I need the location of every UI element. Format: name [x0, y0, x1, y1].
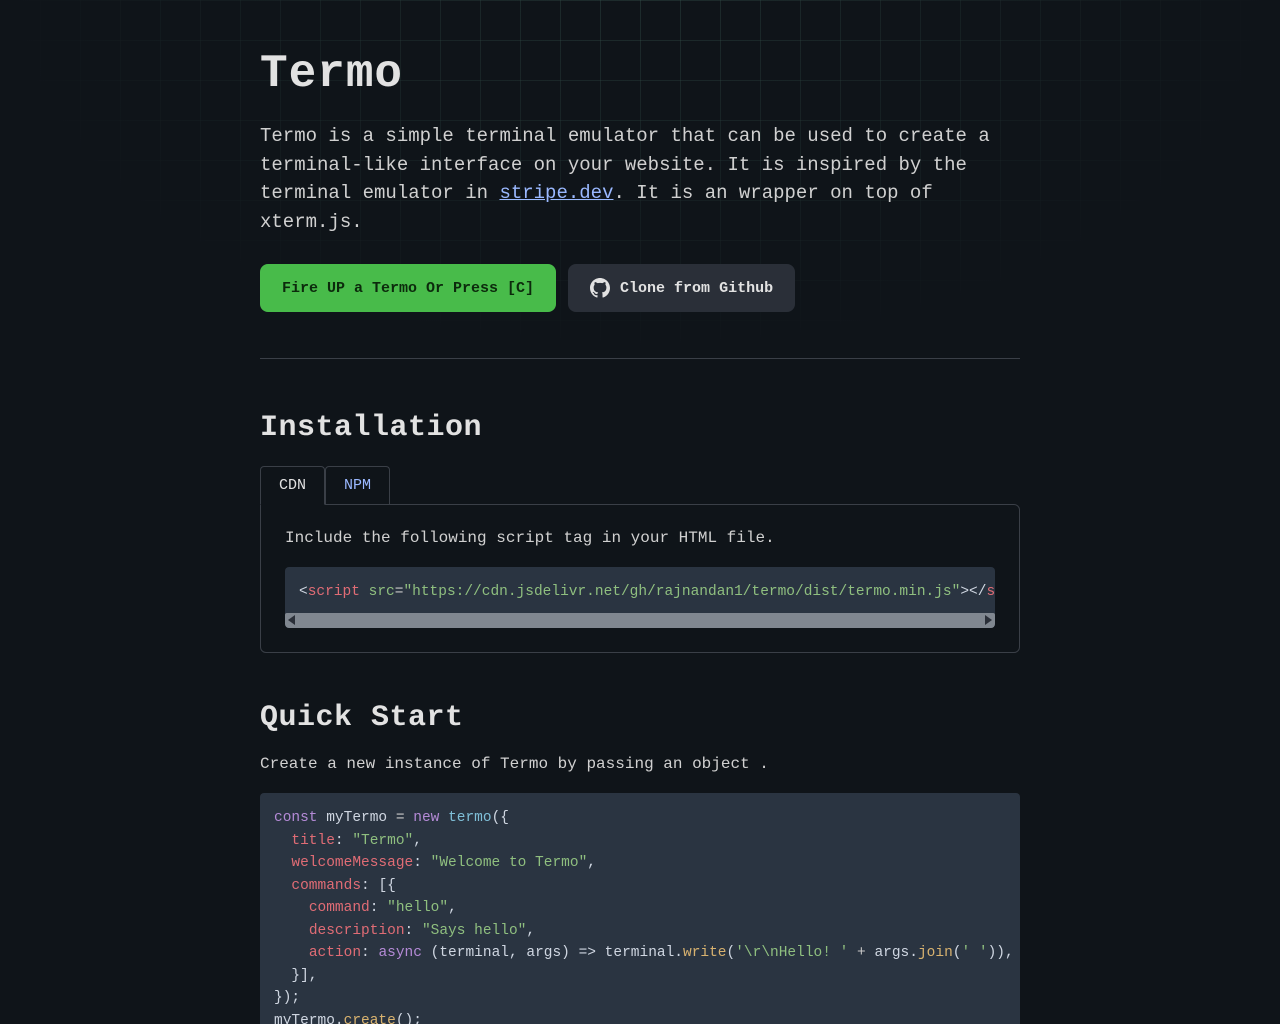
divider [260, 358, 1020, 359]
horizontal-scrollbar[interactable] [285, 613, 995, 628]
tab-npm[interactable]: NPM [325, 466, 390, 505]
github-icon [590, 278, 610, 298]
clone-github-label: Clone from Github [620, 280, 773, 297]
page-description: Termo is a simple terminal emulator that… [260, 122, 1020, 236]
install-tabs: CDN NPM [260, 465, 1020, 504]
clone-github-button[interactable]: Clone from Github [568, 264, 795, 312]
quickstart-heading: Quick Start [260, 701, 1020, 735]
cdn-url: https://cdn.jsdelivr.net/gh/rajnandan1/t… [412, 584, 952, 600]
install-cdn-code: <script src="https://cdn.jsdelivr.net/gh… [285, 567, 995, 628]
fire-up-button[interactable]: Fire UP a Termo Or Press [C] [260, 264, 556, 312]
stripe-dev-link[interactable]: stripe.dev [499, 182, 613, 204]
button-row: Fire UP a Termo Or Press [C] Clone from … [260, 264, 1020, 312]
install-cdn-text: Include the following script tag in your… [285, 529, 995, 547]
installation-heading: Installation [260, 411, 1020, 445]
install-panel: Include the following script tag in your… [260, 504, 1020, 653]
page-title: Termo [260, 48, 1020, 100]
quickstart-code: const myTermo = new termo({ title: "Term… [260, 793, 1020, 1024]
tab-cdn[interactable]: CDN [260, 466, 325, 505]
quickstart-text: Create a new instance of Termo by passin… [260, 755, 1020, 773]
